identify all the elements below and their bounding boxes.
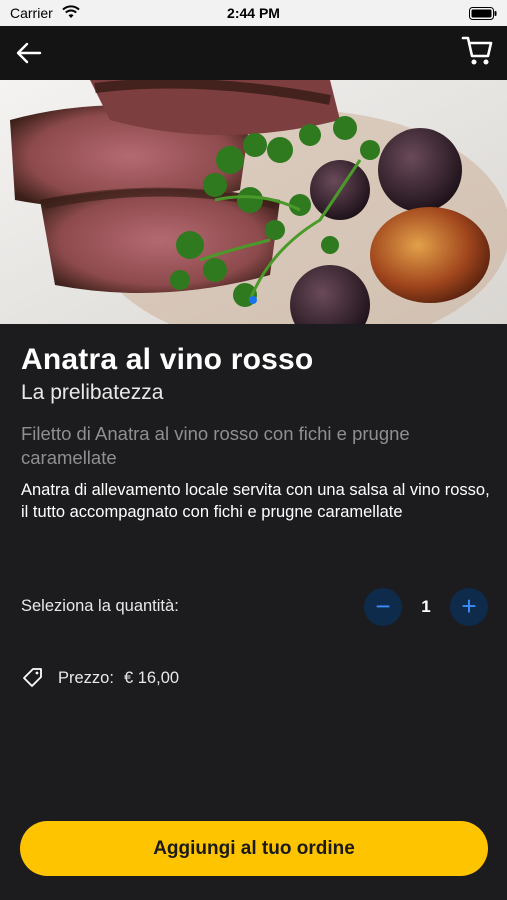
- navigation-bar: [0, 26, 507, 80]
- increase-quantity-button[interactable]: +: [450, 588, 488, 626]
- status-bar: Carrier 2:44 PM: [0, 0, 507, 26]
- quantity-value: 1: [421, 597, 431, 616]
- product-short-description: Filetto di Anatra al vino rosso con fich…: [21, 423, 410, 468]
- product-subtitle: La prelibatezza: [21, 381, 164, 404]
- arrow-left-icon: [16, 42, 42, 64]
- quantity-label: Seleziona la quantità:: [21, 597, 179, 615]
- page-indicator-dot: [249, 296, 257, 304]
- price-tag-icon: [21, 666, 45, 695]
- product-long-description: Anatra di allevamento locale servita con…: [21, 481, 490, 521]
- decrease-quantity-button[interactable]: −: [364, 588, 402, 626]
- product-title: Anatra al vino rosso: [21, 343, 314, 376]
- price-value: € 16,00: [124, 669, 180, 687]
- quantity-selector: Seleziona la quantità: − 1 +: [21, 588, 488, 626]
- price-label: Prezzo:: [58, 669, 114, 687]
- add-to-order-button[interactable]: Aggiungi al tuo ordine: [20, 821, 488, 876]
- plus-icon: +: [461, 591, 477, 621]
- price-row: Prezzo: € 16,00: [21, 664, 321, 692]
- back-button[interactable]: [14, 38, 44, 68]
- cart-icon: [461, 36, 493, 65]
- status-time: 2:44 PM: [227, 5, 280, 21]
- product-image: [0, 80, 507, 324]
- battery-icon: [469, 7, 497, 25]
- product-details: Anatra al vino rosso La prelibatezza Fil…: [21, 340, 491, 523]
- cart-button[interactable]: [461, 34, 495, 68]
- minus-icon: −: [375, 591, 391, 621]
